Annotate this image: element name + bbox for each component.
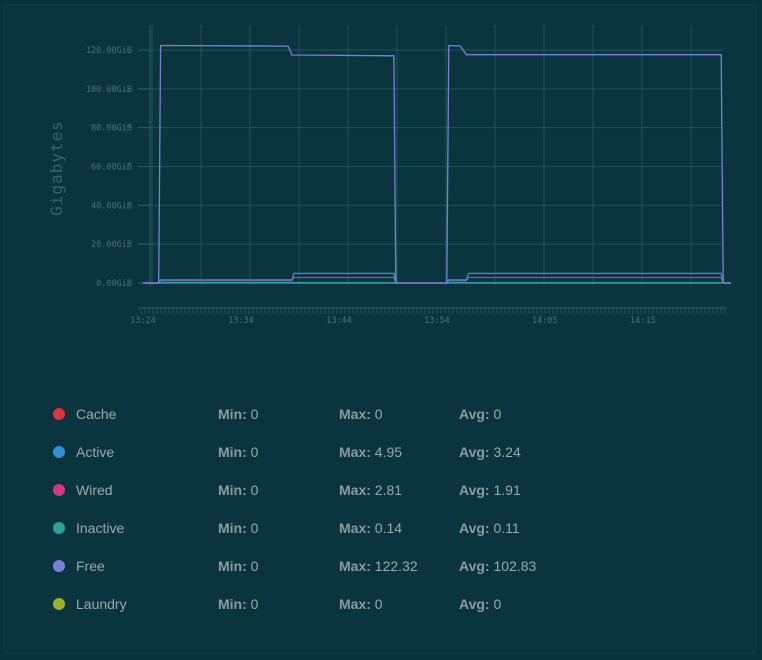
legend-max: Max: 0 [339,406,383,422]
y-tick-label: 120.00GiB [86,46,132,56]
legend-max: Max: 122.32 [339,558,418,574]
legend-min: Min: 0 [218,406,259,422]
y-tick-label: 20.00GiB [91,240,132,250]
legend-row-laundry[interactable]: Laundry Min: 0 Max: 0 Avg: 0 [5,590,757,628]
y-tick-label: 80.00GiB [91,124,132,134]
legend-row-free[interactable]: Free Min: 0 Max: 122.32 Avg: 102.83 [5,552,757,590]
memory-chart-panel: 0.00GiB 20.00GiB 40.00GiB 60.00GiB 80.00GiB 1… [4,4,756,654]
legend-max: Max: 4.95 [339,444,403,460]
x-minor-ticks [138,307,726,314]
legend-min: Min: 0 [218,482,259,498]
legend-swatch [53,560,65,572]
legend-min: Min: 0 [218,558,259,574]
x-tick-label: 14:05 [532,316,558,326]
legend-min: Min: 0 [218,520,259,536]
legend-swatch [53,484,65,496]
legend-min: Min: 0 [218,444,259,460]
legend-avg: Avg: 3.24 [459,444,521,460]
legend-swatch [53,446,65,458]
legend-swatch [53,598,65,610]
legend-series-name: Active [76,444,115,460]
x-tick-label: 14:15 [630,316,656,326]
y-tick-label: 40.00GiB [91,201,132,211]
chart-grid [138,25,723,286]
x-axis-ticks: 13:24 13:34 13:44 13:54 14:05 14:15 [130,316,655,326]
legend-max: Max: 0 [339,596,383,612]
legend-row-wired[interactable]: Wired Min: 0 Max: 2.81 Avg: 1.91 [5,476,757,514]
legend-avg: Avg: 0.11 [459,520,520,536]
legend-series-name: Wired [76,482,113,498]
legend-avg: Avg: 102.83 [459,558,537,574]
legend-series-name: Laundry [76,596,127,612]
legend-series-name: Free [76,558,105,574]
y-axis-ticks: 0.00GiB 20.00GiB 40.00GiB 60.00GiB 80.00GiB 1… [86,46,150,289]
y-tick-label: 100.00GiB [86,85,132,95]
x-tick-label: 13:44 [326,316,352,326]
x-tick-label: 13:24 [130,316,156,326]
legend-max: Max: 0.14 [339,520,403,536]
legend-avg: Avg: 0 [459,596,502,612]
x-tick-label: 13:34 [228,316,254,326]
legend-swatch [53,408,65,420]
legend-avg: Avg: 0 [459,406,502,422]
chart-series [143,44,731,284]
legend-max: Max: 2.81 [339,482,403,498]
legend-avg: Avg: 1.91 [459,482,521,498]
legend-row-inactive[interactable]: Inactive Min: 0 Max: 0.14 Avg: 0.11 [5,514,757,552]
series-line-free [143,44,731,284]
y-axis-label: Gigabytes [47,120,66,216]
memory-line-chart: 0.00GiB 20.00GiB 40.00GiB 60.00GiB 80.00GiB 1… [47,25,731,326]
legend-row-cache[interactable]: Cache Min: 0 Max: 0 Avg: 0 [5,400,757,438]
legend-min: Min: 0 [218,596,259,612]
series-line-active [143,272,731,284]
legend-row-active[interactable]: Active Min: 0 Max: 4.95 Avg: 3.24 [5,438,757,476]
y-tick-label: 0.00GiB [96,279,132,289]
legend-series-name: Inactive [76,520,125,536]
x-tick-label: 13:54 [424,316,450,326]
y-tick-label: 60.00GiB [91,163,132,173]
legend-swatch [53,522,65,534]
legend-series-name: Cache [76,406,117,422]
